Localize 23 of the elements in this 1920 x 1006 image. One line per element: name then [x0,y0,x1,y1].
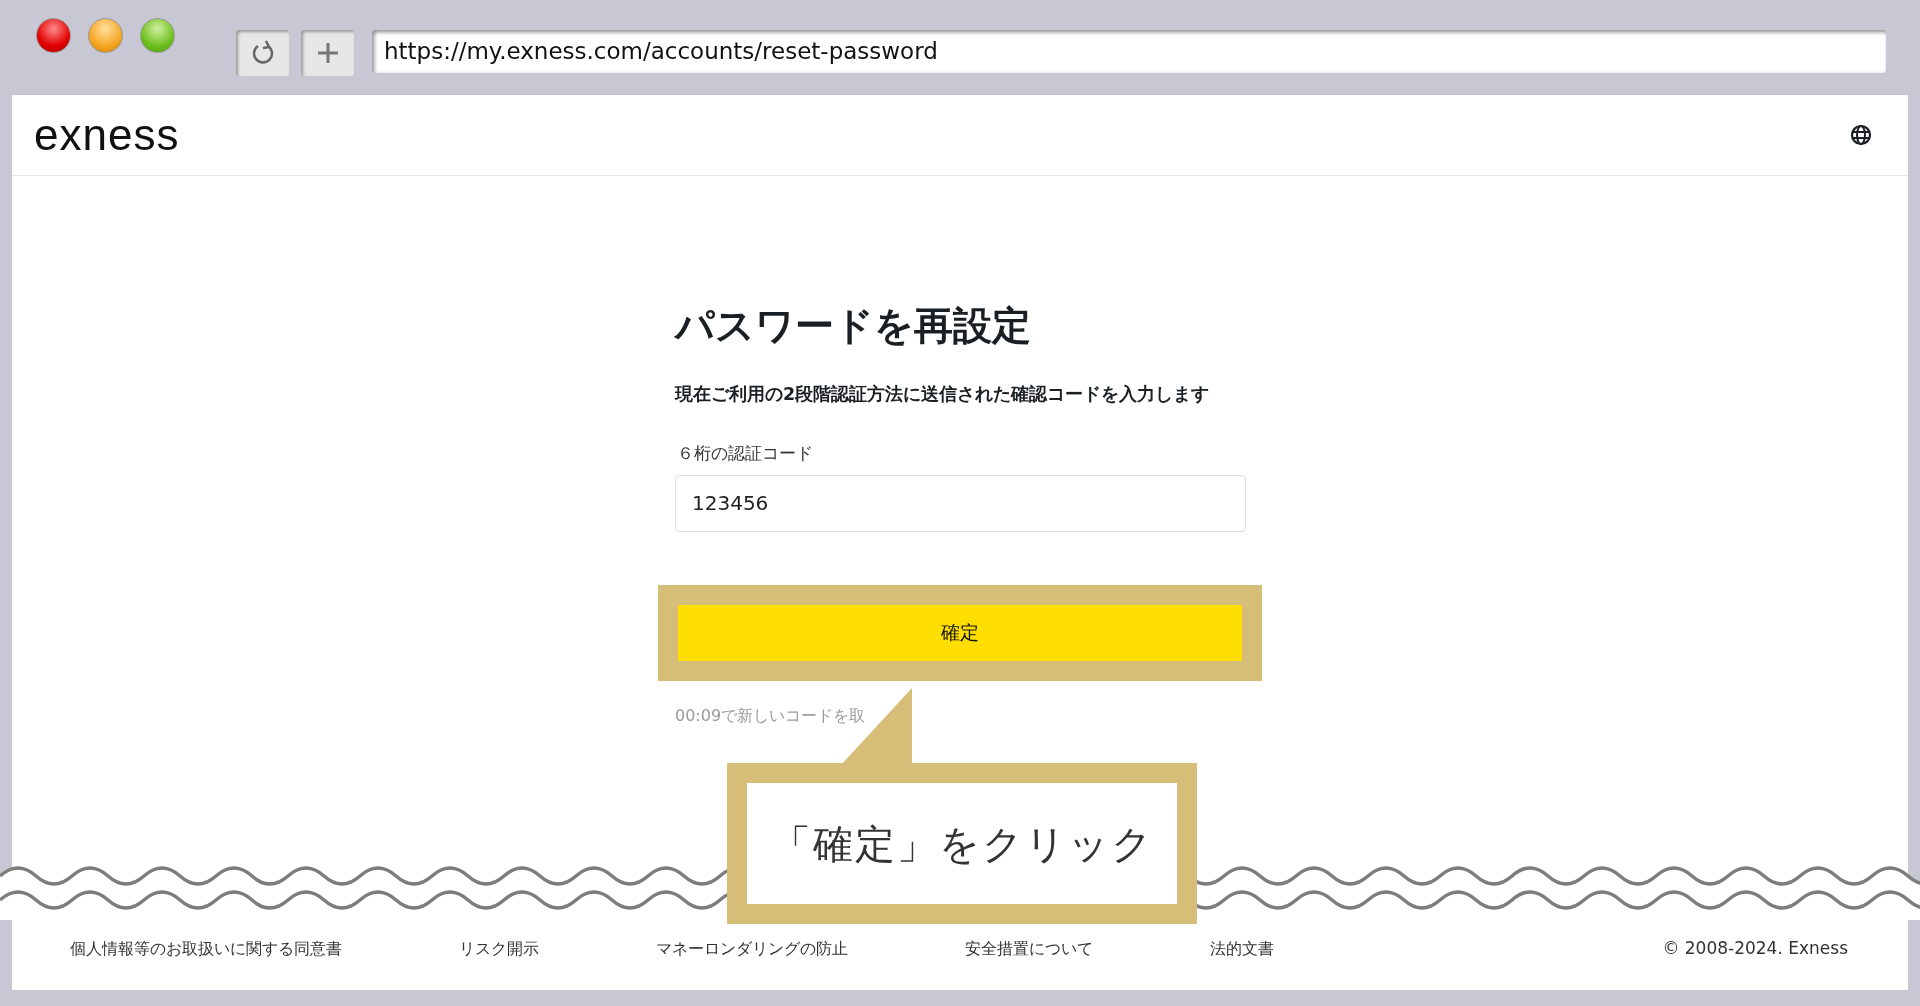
confirm-button[interactable]: 確定 [678,604,1242,661]
footer-link[interactable]: リスク開示 [459,937,539,961]
callout-text: 「確定」をクリック [770,819,1154,869]
url-text: https://my.exness.com/accounts/reset-password [384,37,938,67]
field-label: ６桁の認証コード [677,442,814,465]
page-title: パスワードを再設定 [675,302,1032,350]
copyright-text: © 2008-2024. Exness [1662,937,1848,961]
footer-link[interactable]: マネーロンダリングの防止 [656,937,848,961]
minimize-window-button[interactable] [88,18,123,53]
close-window-button[interactable] [36,18,71,53]
instruction-text: 現在ご利用の2段階認証方法に送信された確認コードを入力します [675,382,1211,406]
exness-logo[interactable]: exness [34,113,180,157]
globe-icon[interactable] [1850,124,1872,146]
maximize-window-button[interactable] [140,18,175,53]
footer-link[interactable]: 安全措置について [965,937,1093,961]
code-input-field[interactable]: 123456 [675,474,1246,532]
plus-icon [315,41,340,65]
reload-button[interactable] [236,30,289,76]
address-bar[interactable]: https://my.exness.com/accounts/reset-password [372,30,1886,73]
footer-link[interactable]: 個人情報等のお取扱いに関する同意書 [70,937,342,961]
new-tab-button[interactable] [301,30,354,76]
resend-timer-text: 00:09で新しいコードを取 [675,704,867,727]
footer-link[interactable]: 法的文書 [1210,937,1274,961]
